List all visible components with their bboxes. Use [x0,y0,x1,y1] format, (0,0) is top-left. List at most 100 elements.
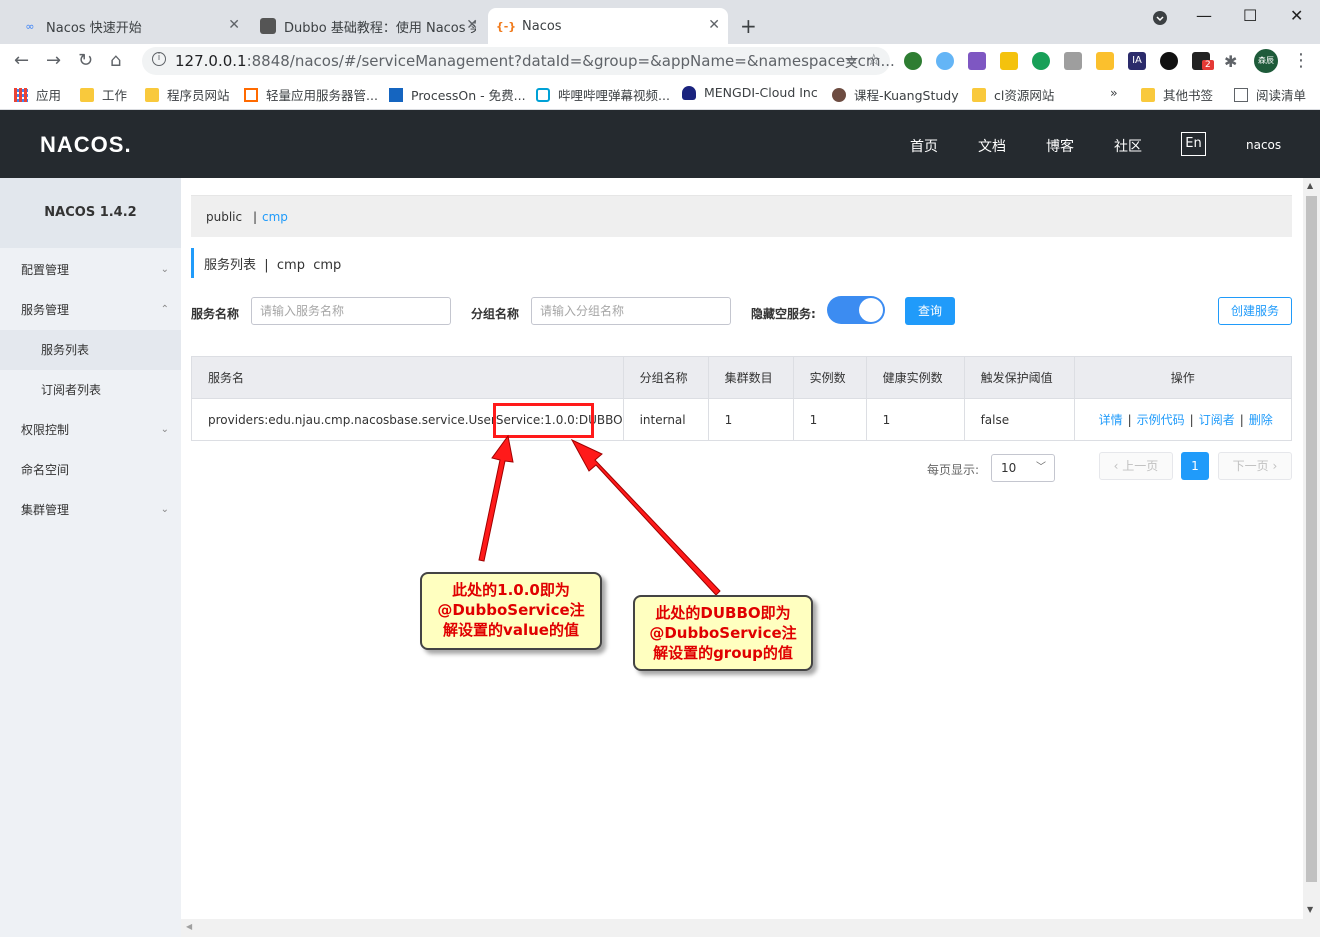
close-tab-icon[interactable]: ✕ [708,17,720,33]
page-number-button[interactable]: 1 [1181,452,1209,480]
reading-list[interactable]: 阅读清单 [1234,85,1306,104]
translate-icon[interactable]: 文 [845,52,858,71]
bookmark-link[interactable]: 课程-KuangStudy [832,85,959,104]
bookmark-link[interactable]: 轻量应用服务器管... [244,85,378,104]
extensions-puzzle-icon[interactable]: ✱ [1224,52,1242,71]
bookmark-folder-other[interactable]: 其他书签 [1141,85,1213,104]
group-cell: internal [622,398,709,441]
clusters-cell: 1 [707,398,794,441]
chevron-up-icon: ⌃ [160,304,169,315]
bookmark-link[interactable]: 哔哩哔哩弹幕视频... [536,85,670,104]
page-size-select[interactable]: 10 ﹀ [991,454,1055,482]
delete-link[interactable]: 删除 [1249,413,1273,427]
extension-vd-icon[interactable] [1160,52,1178,70]
scroll-up-icon[interactable]: ▲ [1307,181,1313,190]
annotation-callout-group: 此处的DUBBO即为 @DubboService注 解设置的group的值 [633,595,813,671]
nav-community[interactable]: 社区 [1114,136,1142,156]
language-switch-button[interactable]: En [1181,132,1206,156]
extension-badge-icon[interactable]: 2 [1192,52,1214,70]
bookmark-folder[interactable]: 程序员网站 [145,85,230,104]
kuangstudy-icon [832,87,846,102]
tab-search-icon[interactable] [1153,10,1167,29]
menu-kebab-icon[interactable]: ⋮ [1292,50,1310,71]
sidebar-item-config[interactable]: 配置管理 ⌄ [0,250,181,290]
operations-cell: 详情 | 示例代码 | 订阅者 | 删除 [1073,398,1293,441]
reading-list-icon [1234,87,1248,102]
close-window-icon[interactable]: ✕ [1290,6,1303,25]
namespace-public[interactable]: public [206,210,242,224]
user-name[interactable]: nacos [1246,138,1281,152]
group-name-label: 分组名称 [471,307,520,321]
chevron-down-icon: ⌄ [160,504,169,515]
service-name-input[interactable] [251,297,451,325]
extension-image-icon[interactable] [1064,52,1082,70]
bookmark-link[interactable]: ProcessOn - 免费... [389,85,526,104]
horizontal-scrollbar[interactable]: ◀ [181,919,1320,937]
back-icon[interactable]: ← [14,50,29,71]
service-table: 服务名 分组名称 集群数目 实例数 健康实例数 触发保护阈值 操作 provid… [191,356,1293,441]
subscriber-link[interactable]: 订阅者 [1199,413,1235,427]
nav-docs[interactable]: 文档 [978,136,1006,156]
extension-globe-icon[interactable] [904,52,922,70]
scroll-thumb[interactable] [1306,196,1317,882]
maximize-icon[interactable]: ☐ [1243,6,1257,25]
sidebar-item-service[interactable]: 服务管理 ⌃ [0,290,181,330]
bookmarks-overflow-icon[interactable]: » [1110,85,1118,100]
minimize-icon[interactable]: — [1196,6,1212,25]
sidebar-item-service-list[interactable]: 服务列表 [0,330,181,370]
bookmark-folder[interactable]: cl资源网站 [972,85,1054,104]
apps-grid-icon [14,87,28,102]
extension-browser-icon[interactable] [936,52,954,70]
processon-icon [389,87,403,102]
browser-tab[interactable]: ∞ Nacos 快速开始 ✕ [12,8,248,44]
sidebar-item-namespace[interactable]: 命名空间 [0,450,181,490]
extension-download-icon[interactable] [1032,52,1050,70]
chevron-down-icon: ﹀ [1036,462,1046,473]
scroll-down-icon[interactable]: ▼ [1307,905,1313,914]
browser-tab[interactable]: Dubbo 基础教程：使用 Nacos 实 ✕ [250,8,486,44]
hide-empty-toggle[interactable] [827,296,885,324]
home-icon[interactable]: ⌂ [110,50,121,71]
browser-tab-active[interactable]: {-} Nacos ✕ [488,8,728,44]
sidebar-item-auth[interactable]: 权限控制 ⌄ [0,410,181,450]
close-tab-icon[interactable]: ✕ [466,17,478,33]
namespace-cmp[interactable]: cmp [262,210,288,224]
reload-icon[interactable]: ↻ [78,50,93,71]
extension-scissors-icon[interactable] [1000,52,1018,70]
nacos-logo[interactable]: NACOS. [40,132,132,158]
page-title: 服务列表 | cmp cmp [191,248,341,278]
nav-home[interactable]: 首页 [910,136,938,156]
column-header: 操作 [1073,356,1293,399]
extension-arrow-icon[interactable] [1096,52,1114,70]
forward-icon[interactable]: → [46,50,61,71]
address-bar[interactable]: i 127.0.0.1:8848/nacos/#/serviceManageme… [142,47,895,75]
column-header: 健康实例数 [865,356,965,399]
avatar-favicon-icon [260,18,276,34]
create-service-button[interactable]: 创建服务 [1218,297,1292,325]
scroll-left-icon[interactable]: ◀ [186,922,192,931]
bilibili-icon [536,87,550,102]
query-button[interactable]: 查询 [905,297,955,325]
folder-icon [80,87,94,102]
sidebar-item-subscribers[interactable]: 订阅者列表 [0,370,181,410]
bookmark-link[interactable]: MENGDI-Cloud Inc [682,85,818,100]
vertical-scrollbar[interactable]: ▲ ▼ [1303,178,1320,919]
site-info-icon[interactable]: i [152,52,166,66]
next-page-button[interactable]: 下一页 › [1218,452,1292,480]
group-name-input[interactable] [531,297,731,325]
detail-link[interactable]: 详情 [1099,413,1123,427]
extension-ia-icon[interactable]: IA [1128,52,1146,70]
bookmark-folder[interactable]: 工作 [80,85,127,104]
nav-blog[interactable]: 博客 [1046,136,1074,156]
bookmark-apps[interactable]: 应用 [14,85,61,104]
sidebar-item-cluster[interactable]: 集群管理 ⌄ [0,490,181,530]
extension-save-icon[interactable] [968,52,986,70]
bookmark-star-icon[interactable]: ☆ [867,50,881,69]
prev-page-button[interactable]: ‹ 上一页 [1099,452,1173,480]
close-tab-icon[interactable]: ✕ [228,17,240,33]
new-tab-icon[interactable]: + [740,14,757,38]
aliyun-icon [244,87,258,102]
sample-code-link[interactable]: 示例代码 [1137,413,1185,427]
op-separator: | [1239,413,1244,427]
profile-avatar[interactable]: 森辰 [1254,49,1278,73]
